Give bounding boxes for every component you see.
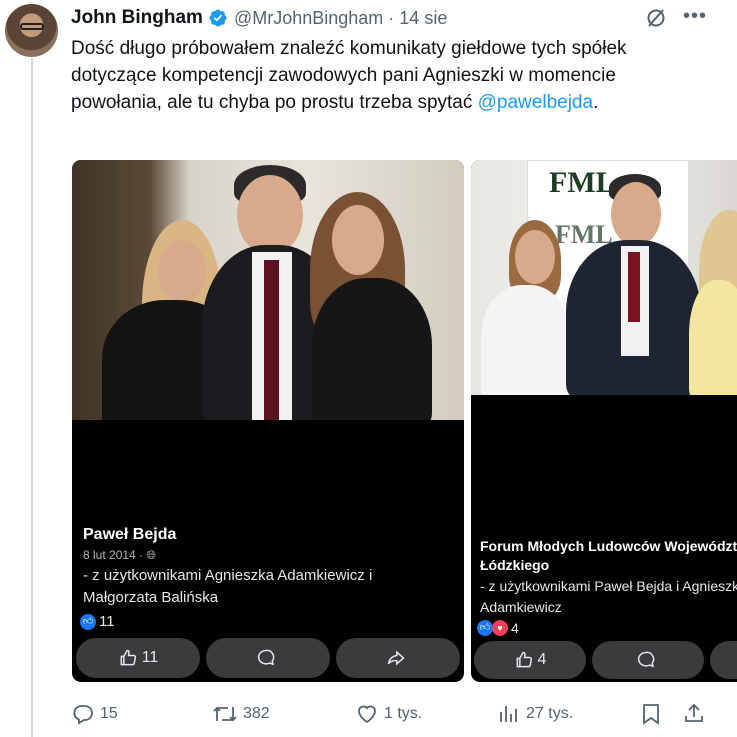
- like-button-count: 11: [141, 649, 159, 666]
- media-image-1[interactable]: Paweł Bejda 8 lut 2014 · 🌐︎ - z użytkown…: [72, 160, 464, 682]
- tweet-actions: 15 382 1 tys. 27 tys.: [0, 700, 737, 728]
- post-author: Paweł Bejda: [83, 526, 177, 543]
- reaction-summary: 👍︎ ♥ 4: [477, 620, 519, 636]
- like-reaction-icon: 👍︎: [80, 613, 96, 630]
- post-author: Forum Młodych Ludowców Województwa Łódzk…: [480, 538, 737, 573]
- comment-button: [592, 641, 704, 679]
- share-button: [336, 638, 460, 678]
- thumbs-up-icon: [516, 651, 532, 668]
- post-text: - z użytkownikami Agnieszka Adamkiewicz …: [83, 567, 373, 606]
- avatar-glasses: [20, 23, 44, 30]
- reaction-count: 11: [99, 613, 115, 630]
- reply-count: 15: [100, 705, 118, 722]
- like-button: 4: [474, 641, 586, 679]
- analytics-icon: [500, 706, 517, 722]
- heart-reaction-icon: ♥: [492, 620, 508, 636]
- share-icon: [387, 650, 405, 666]
- share-button: [710, 641, 737, 679]
- like-button: 11: [76, 638, 200, 678]
- repost-icon: [213, 706, 237, 722]
- reaction-count: 4: [511, 620, 519, 636]
- thumbs-up-icon: [120, 649, 136, 666]
- reply-icon: [73, 705, 93, 725]
- like-button-count: 4: [537, 651, 547, 668]
- reply-button[interactable]: 15: [71, 702, 118, 726]
- repost-count: 382: [243, 705, 270, 722]
- comment-icon: [637, 651, 655, 668]
- mention-link[interactable]: @pawelbejda: [478, 92, 593, 113]
- media-image-2[interactable]: FML FML Forum Młodych Ludowców Województ…: [471, 160, 737, 682]
- like-button[interactable]: 1 tys.: [355, 702, 422, 726]
- like-reaction-icon: 👍︎: [477, 620, 493, 636]
- tweet-trailing: .: [593, 92, 599, 113]
- views-count: 27 tys.: [526, 705, 574, 722]
- separator-dot: ·: [388, 7, 395, 28]
- photo-2: FML FML: [471, 160, 737, 395]
- tweet-header: John Bingham @MrJohnBingham · 14 sie: [71, 6, 737, 30]
- comment-icon: [257, 649, 275, 666]
- thread-line: [31, 58, 33, 737]
- banner-text: FML: [549, 166, 616, 199]
- comment-button: [206, 638, 330, 678]
- author-name[interactable]: John Bingham: [71, 7, 203, 29]
- post-date-text: 8 lut 2014 ·: [83, 548, 144, 562]
- avatar[interactable]: [5, 4, 58, 57]
- post-date: 8 lut 2014 · 🌐︎: [83, 548, 156, 563]
- grok-icon[interactable]: [644, 6, 668, 30]
- photo-1: [72, 160, 464, 420]
- tweet-text: Dość długo próbowałem znaleźć komunikaty…: [71, 35, 671, 116]
- post-text: - z użytkownikami Paweł Bejda i Agnieszk…: [480, 578, 737, 615]
- bookmark-icon[interactable]: [640, 702, 662, 726]
- reaction-summary: 👍︎ 11: [80, 613, 115, 630]
- tweet-date[interactable]: 14 sie: [399, 8, 447, 29]
- more-options-icon[interactable]: •••: [683, 6, 707, 30]
- repost-button[interactable]: 382: [212, 702, 270, 726]
- heart-icon: [358, 705, 376, 724]
- globe-icon: 🌐︎: [146, 548, 156, 562]
- views-button[interactable]: 27 tys.: [497, 702, 573, 726]
- author-handle[interactable]: @MrJohnBingham: [234, 8, 383, 29]
- like-count: 1 tys.: [384, 705, 423, 722]
- verified-badge-icon[interactable]: [208, 8, 228, 28]
- share-icon[interactable]: [682, 701, 706, 725]
